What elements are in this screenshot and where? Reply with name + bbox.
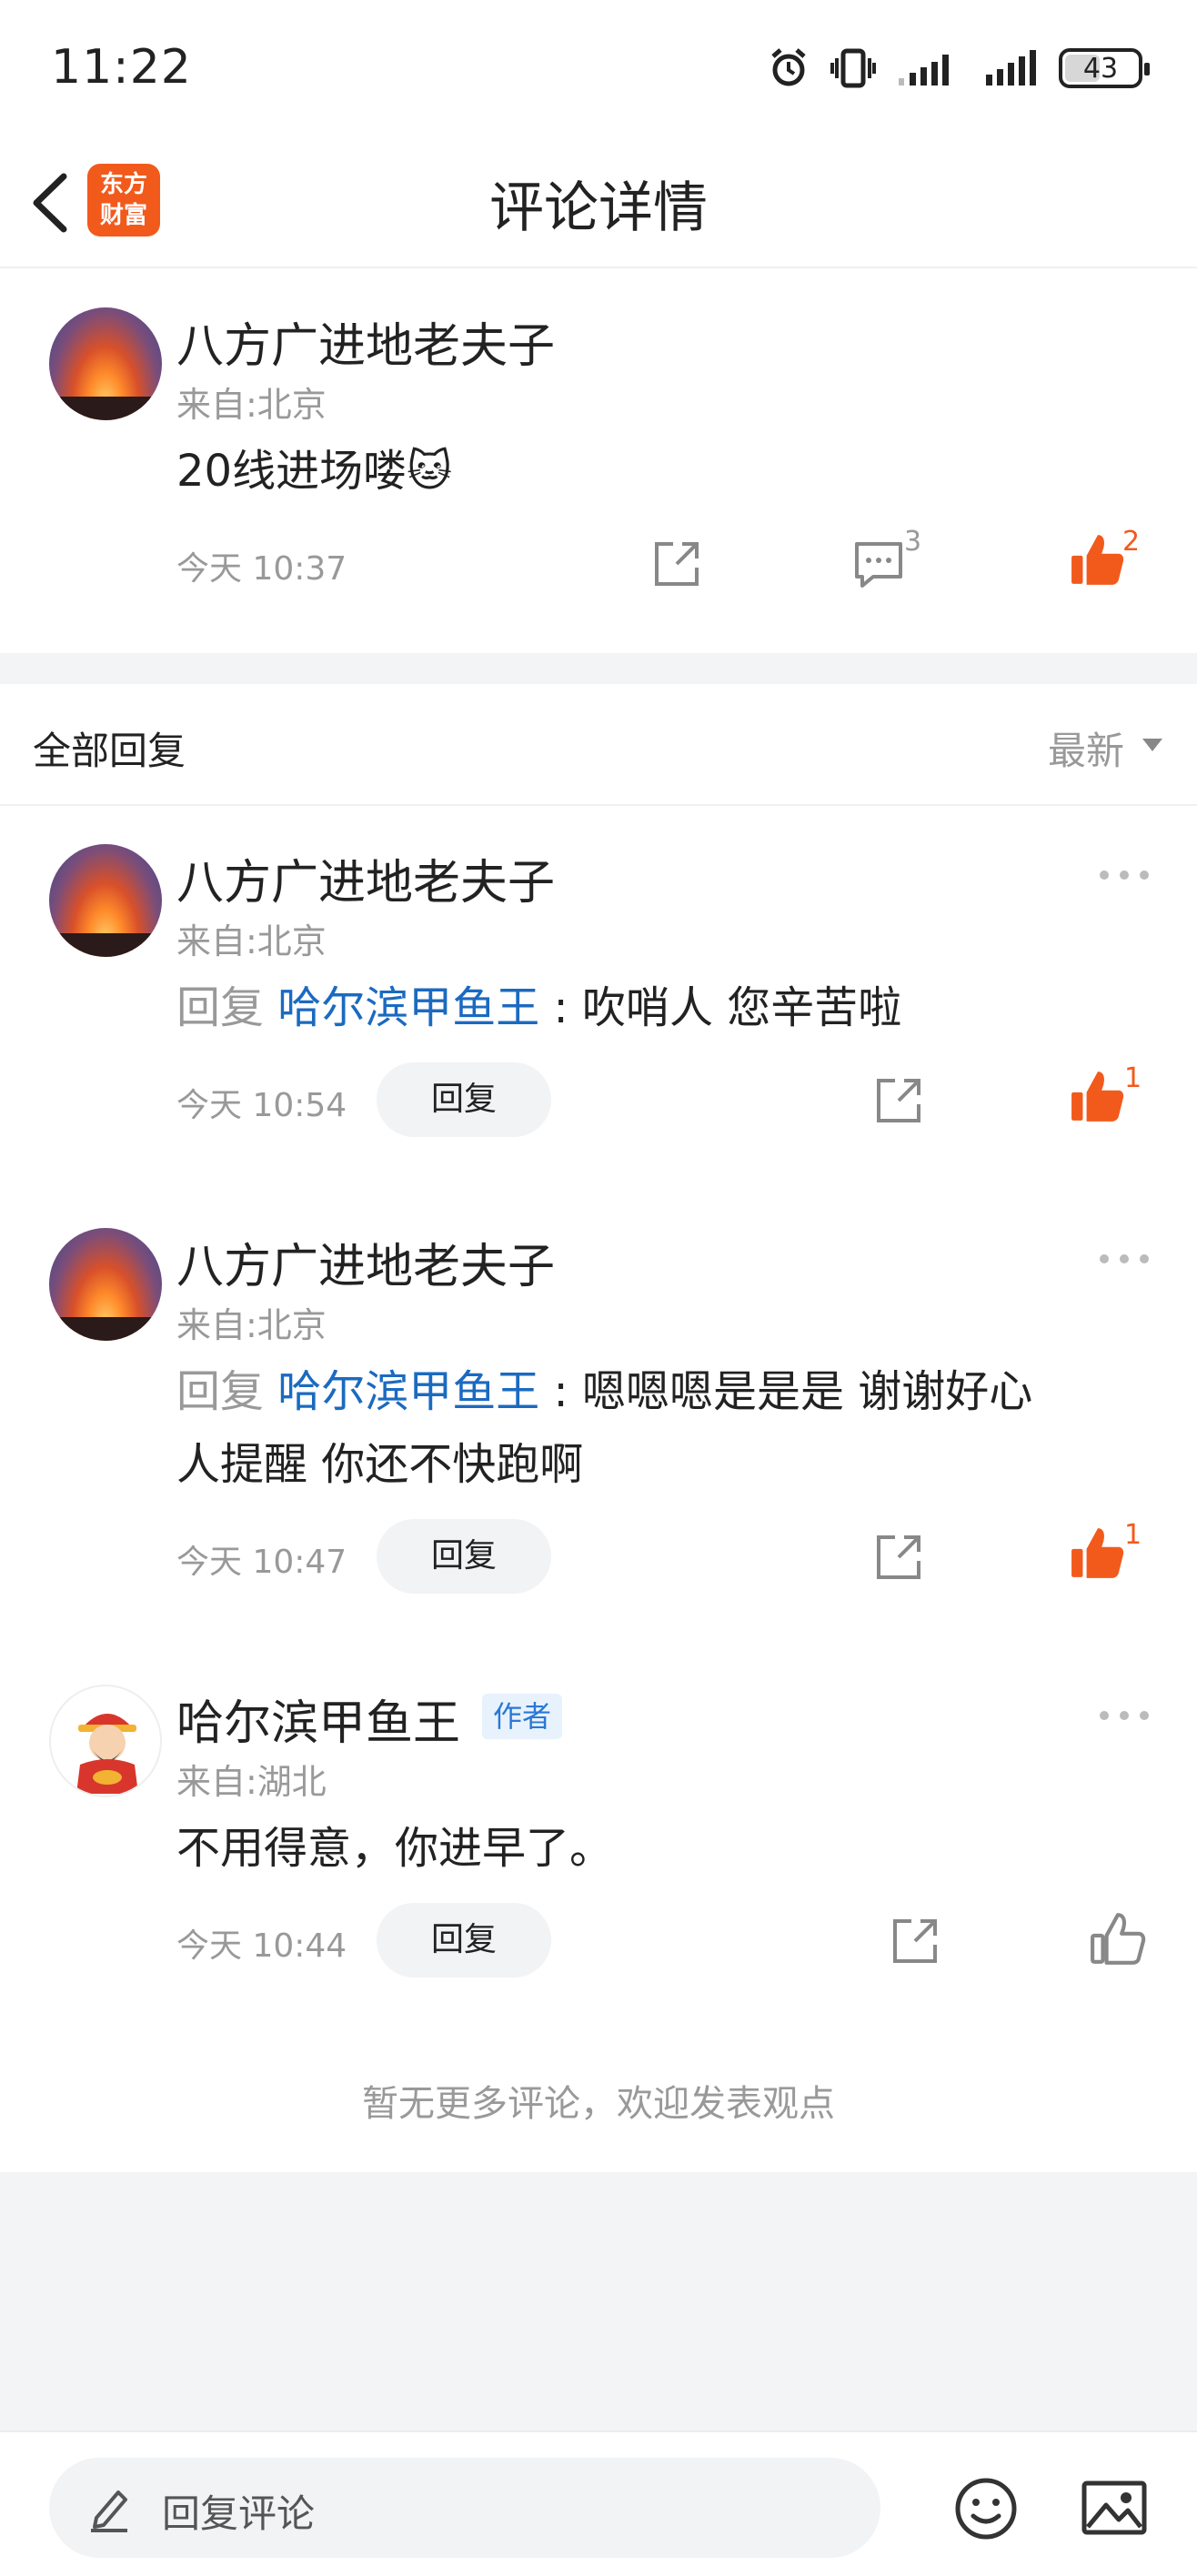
- like-filled-icon[interactable]: [1070, 1524, 1126, 1581]
- reply-time: 今天 10:47: [176, 1544, 347, 1581]
- share-icon[interactable]: [871, 1073, 926, 1128]
- section-divider: [0, 653, 1197, 684]
- emoji-icon[interactable]: [953, 2476, 1019, 2541]
- sort-arrow-icon[interactable]: [1142, 739, 1162, 751]
- avatar[interactable]: [49, 1228, 162, 1341]
- avatar[interactable]: [49, 307, 162, 420]
- share-icon[interactable]: [888, 1914, 942, 1968]
- like-count: 2: [1122, 526, 1141, 558]
- reply-content: : 吹哨人 您辛苦啦: [539, 982, 902, 1033]
- avatar[interactable]: [49, 1685, 162, 1797]
- commenter-name[interactable]: 八方广进地老夫子: [176, 844, 555, 912]
- no-more-comments-note: 暂无更多评论，欢迎发表观点: [362, 2083, 835, 2125]
- reply-prefix: 回复: [176, 1366, 278, 1417]
- commenter-location: 来自:湖北: [176, 1762, 327, 1802]
- status-bar: 11:22 43: [0, 0, 1197, 136]
- reply-text: 回复 哈尔滨甲鱼王 : 嗯嗯嗯是是是 谢谢好心 人提醒 你还不快跑啊: [176, 1355, 1032, 1501]
- reply-target-link[interactable]: 哈尔滨甲鱼王: [277, 1366, 539, 1417]
- battery-icon: 43: [1059, 48, 1150, 88]
- reply-target-link[interactable]: 哈尔滨甲鱼王: [277, 982, 539, 1033]
- reply-content-line1: : 嗯嗯嗯是是是 谢谢好心: [539, 1366, 1033, 1417]
- reply-button[interactable]: 回复: [377, 1519, 551, 1594]
- comment-count: 3: [904, 526, 922, 558]
- image-icon[interactable]: [1081, 2480, 1148, 2536]
- reply-time: 今天 10:44: [176, 1927, 347, 1965]
- signal-icon-1: [899, 55, 949, 86]
- like-outline-icon[interactable]: [1090, 1910, 1146, 1967]
- replies-header: 全部回复 最新: [0, 684, 1197, 806]
- reply-input-placeholder: 回复评论: [162, 2491, 316, 2536]
- status-icons: 43: [768, 47, 1150, 89]
- reply-prefix: 回复: [176, 982, 278, 1033]
- page-title: 评论详情: [489, 176, 708, 240]
- like-count: 1: [1124, 1519, 1142, 1551]
- nav-bar: 东方 财富 评论详情: [0, 136, 1197, 268]
- vibrate-icon: [830, 48, 876, 88]
- share-icon[interactable]: [871, 1530, 926, 1585]
- reply-text: 不用得意，你进早了。: [176, 1823, 614, 1874]
- more-icon[interactable]: [1097, 866, 1152, 884]
- share-icon[interactable]: [649, 537, 704, 591]
- like-filled-icon[interactable]: [1070, 531, 1126, 588]
- author-badge: 作者: [482, 1694, 563, 1739]
- reply-button[interactable]: 回复: [377, 1062, 551, 1137]
- like-filled-icon[interactable]: [1070, 1068, 1126, 1124]
- more-icon[interactable]: [1097, 1706, 1152, 1725]
- alarm-icon: [771, 48, 806, 86]
- signal-icon-2: [986, 50, 1036, 86]
- commenter-location: 来自:北京: [176, 385, 327, 425]
- commenter-location: 来自:北京: [176, 1305, 327, 1345]
- commenter-name[interactable]: 八方广进地老夫子: [176, 1228, 555, 1296]
- like-count: 1: [1124, 1062, 1142, 1094]
- commenter-name[interactable]: 哈尔滨甲鱼王: [176, 1685, 460, 1753]
- comment-time: 今天 10:37: [176, 550, 347, 588]
- reply-text: 回复 哈尔滨甲鱼王 : 吹哨人 您辛苦啦: [176, 971, 901, 1044]
- reply-content-line2: 人提醒 你还不快跑啊: [176, 1439, 584, 1490]
- reply-input[interactable]: 回复评论: [49, 2458, 880, 2558]
- comment-icon[interactable]: [851, 537, 906, 591]
- replies-title: 全部回复: [33, 729, 186, 773]
- more-icon[interactable]: [1097, 1250, 1152, 1268]
- avatar[interactable]: [49, 844, 162, 957]
- reply-time: 今天 10:54: [176, 1087, 347, 1124]
- pencil-icon: [91, 2490, 127, 2532]
- comment-text: 20线进场喽🐱: [176, 446, 453, 497]
- battery-level: 43: [1082, 52, 1119, 85]
- commenter-location: 来自:北京: [176, 921, 327, 961]
- bottom-bar: 回复评论: [0, 2430, 1197, 2576]
- sort-dropdown[interactable]: 最新: [1048, 720, 1124, 776]
- empty-area: [0, 2172, 1197, 2430]
- fortune-god-avatar-icon: [76, 1714, 138, 1794]
- commenter-name[interactable]: 八方广进地老夫子: [176, 307, 555, 376]
- reply-button[interactable]: 回复: [377, 1903, 551, 1977]
- status-time: 11:22: [51, 40, 192, 95]
